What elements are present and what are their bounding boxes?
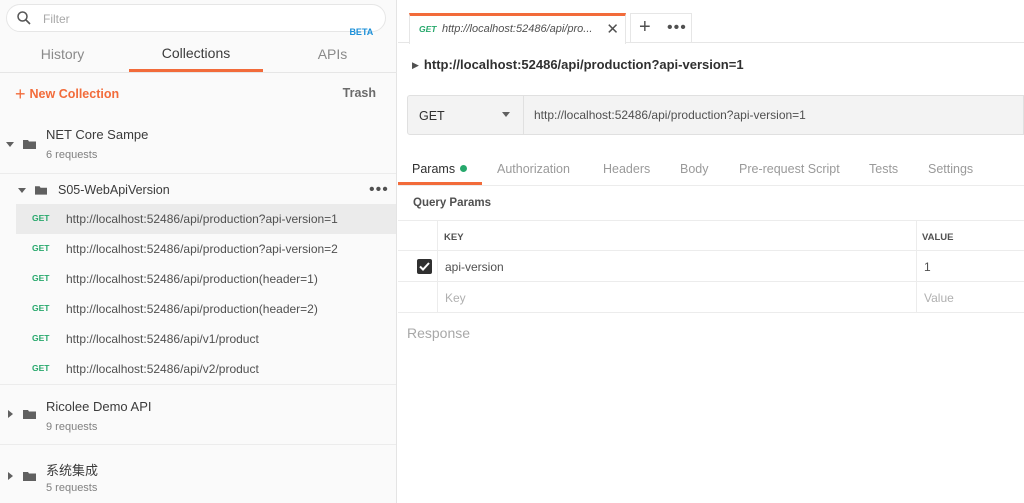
request-item[interactable]: GET http://localhost:52486/api/productio… xyxy=(16,234,396,264)
trash-button[interactable]: Trash xyxy=(343,86,376,100)
collection-item[interactable]: Ricolee Demo API 9 requests xyxy=(0,385,396,445)
caret-right-icon: ▶ xyxy=(412,60,419,70)
tab-tests[interactable]: Tests xyxy=(869,162,898,176)
method-select[interactable]: GET xyxy=(408,96,524,134)
sidebar: Filter History Collections APIs BETA + Ne… xyxy=(0,0,397,503)
request-title[interactable]: ▶ http://localhost:52486/api/production?a… xyxy=(412,57,744,72)
request-method: GET xyxy=(32,273,50,283)
plus-icon: + xyxy=(15,84,26,104)
request-url: http://localhost:52486/api/production(he… xyxy=(66,302,318,316)
response-label: Response xyxy=(407,325,471,341)
request-title-text: http://localhost:52486/api/production?ap… xyxy=(423,57,744,72)
tabs-divider xyxy=(0,72,397,73)
collection-item[interactable]: NET Core Sampe 6 requests xyxy=(0,114,396,174)
url-bar: GET http://localhost:52486/api/productio… xyxy=(407,95,1024,135)
new-tab-icon[interactable]: + xyxy=(639,16,651,39)
tab-settings[interactable]: Settings xyxy=(928,162,973,176)
more-options-icon[interactable]: ••• xyxy=(667,19,687,37)
table-header: KEY VALUE xyxy=(398,220,1024,251)
tab-pre-request-script[interactable]: Pre-request Script xyxy=(739,162,840,176)
checkmark-icon xyxy=(419,262,430,271)
folder-icon xyxy=(35,186,47,195)
request-url: http://localhost:52486/api/v2/product xyxy=(66,362,259,376)
close-icon[interactable]: ✕ xyxy=(606,20,619,38)
tab-headers[interactable]: Headers xyxy=(603,162,650,176)
collection-count: 5 requests xyxy=(46,482,98,494)
tab-apis-label: APIs xyxy=(317,46,348,62)
table-row: api-version 1 xyxy=(398,251,1024,282)
search-placeholder: Filter xyxy=(43,12,70,26)
tab-collections[interactable]: Collections xyxy=(129,36,263,72)
request-method: GET xyxy=(32,243,50,253)
folder-icon xyxy=(23,472,36,481)
param-checkbox[interactable] xyxy=(417,259,432,274)
status-dot xyxy=(460,165,468,172)
beta-badge: BETA xyxy=(349,27,374,37)
caret-right-icon xyxy=(8,410,13,418)
tab-params-label: Params xyxy=(412,162,456,176)
value-column-header: VALUE xyxy=(922,232,954,243)
folder-icon xyxy=(23,410,36,419)
collection-item[interactable]: 系统集成 5 requests xyxy=(0,446,396,503)
tab-apis[interactable]: APIs BETA xyxy=(270,27,395,72)
method-value: GET xyxy=(419,109,445,123)
tab-authorization[interactable]: Authorization xyxy=(497,162,570,176)
sidebar-toolbar: + New Collection Trash xyxy=(0,80,397,106)
request-item[interactable]: GET http://localhost:52486/api/v2/produc… xyxy=(16,354,396,384)
request-method: GET xyxy=(32,303,50,313)
request-method: GET xyxy=(32,333,50,343)
collection-name: 系统集成 xyxy=(46,463,99,478)
request-url: http://localhost:52486/api/production(he… xyxy=(66,272,318,286)
new-collection-label: New Collection xyxy=(29,87,120,101)
caret-down-icon xyxy=(18,188,26,193)
request-item[interactable]: GET http://localhost:52486/api/productio… xyxy=(16,294,396,324)
search-icon xyxy=(17,11,31,25)
key-input[interactable]: Key xyxy=(445,291,466,305)
chevron-down-icon xyxy=(502,112,510,117)
request-item[interactable]: GET http://localhost:52486/api/productio… xyxy=(16,264,396,294)
collection-name: Ricolee Demo API xyxy=(46,399,152,414)
tab-params[interactable]: Params xyxy=(412,162,468,176)
folder-icon xyxy=(23,140,36,149)
url-input[interactable]: http://localhost:52486/api/production?ap… xyxy=(534,108,806,122)
active-tab-indicator xyxy=(398,182,482,185)
caret-right-icon xyxy=(8,472,13,480)
query-params-label: Query Params xyxy=(413,197,491,209)
caret-down-icon xyxy=(6,142,14,147)
request-url: http://localhost:52486/api/production?ap… xyxy=(66,242,338,256)
collection-count: 6 requests xyxy=(46,149,98,161)
request-tab[interactable]: GET http://localhost:52486/api/pro... ✕ xyxy=(409,13,626,44)
request-url: http://localhost:52486/api/production?ap… xyxy=(66,212,338,226)
request-tab-title: http://localhost:52486/api/pro... xyxy=(442,23,593,35)
new-collection-button[interactable]: + New Collection xyxy=(15,84,119,105)
request-item[interactable]: GET http://localhost:52486/api/v1/produc… xyxy=(16,324,396,354)
param-value[interactable]: 1 xyxy=(924,260,931,274)
search-input[interactable]: Filter xyxy=(6,4,386,32)
collection-count: 9 requests xyxy=(46,421,98,433)
table-row: Key Value xyxy=(398,282,1024,313)
request-method: GET xyxy=(32,363,50,373)
subfolder-name: S05-WebApiVersion xyxy=(58,183,170,197)
request-tab-bar: GET http://localhost:52486/api/pro... ✕ … xyxy=(398,0,1024,44)
request-method: GET xyxy=(32,213,50,223)
tab-actions: + ••• xyxy=(630,13,692,43)
request-subtabs: Params Authorization Headers Body Pre-re… xyxy=(398,153,1024,186)
value-input[interactable]: Value xyxy=(924,291,954,305)
request-item[interactable]: GET http://localhost:52486/api/productio… xyxy=(16,204,396,234)
subfolder-item[interactable]: S05-WebApiVersion ••• xyxy=(0,175,396,205)
request-tab-method: GET xyxy=(419,24,437,34)
sidebar-tabs: History Collections APIs BETA xyxy=(0,27,397,72)
request-url: http://localhost:52486/api/v1/product xyxy=(66,332,259,346)
param-key[interactable]: api-version xyxy=(445,260,504,274)
collection-name: NET Core Sampe xyxy=(46,127,149,142)
tab-history[interactable]: History xyxy=(0,36,125,72)
more-options-icon[interactable]: ••• xyxy=(369,181,389,199)
main-panel: GET http://localhost:52486/api/pro... ✕ … xyxy=(398,0,1024,503)
key-column-header: KEY xyxy=(444,232,464,243)
tab-body[interactable]: Body xyxy=(680,162,709,176)
